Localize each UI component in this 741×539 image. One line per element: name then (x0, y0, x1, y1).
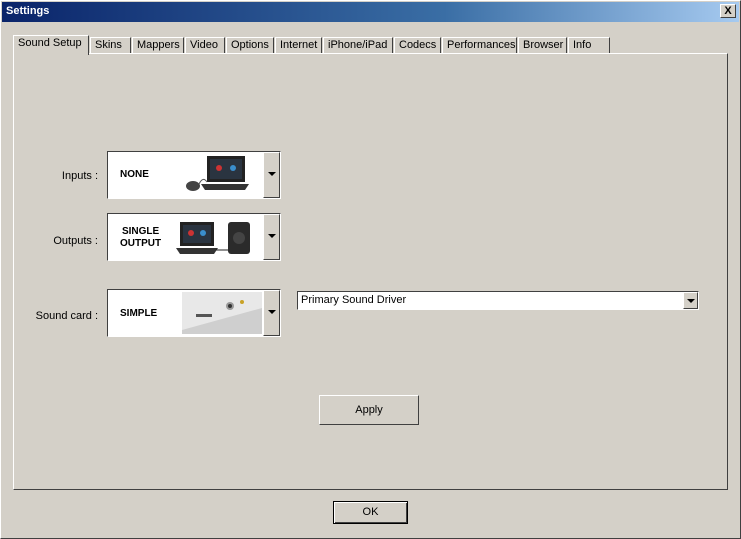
chevron-down-icon[interactable] (683, 292, 698, 309)
tab-browser[interactable]: Browser (518, 37, 567, 54)
window-title: Settings (6, 5, 50, 17)
close-button[interactable]: X (720, 4, 736, 18)
tab-skins[interactable]: Skins (90, 37, 131, 54)
tab-codecs[interactable]: Codecs (394, 37, 441, 54)
settings-window: Settings X Sound Setup Skins Mappers Vid… (0, 0, 741, 539)
tab-performances[interactable]: Performances (442, 37, 517, 54)
tab-options[interactable]: Options (226, 37, 274, 54)
tab-video[interactable]: Video (185, 37, 225, 54)
laptop-speaker-image (176, 222, 250, 254)
tab-sound-setup[interactable]: Sound Setup (13, 35, 89, 55)
soundcard-dropdown-arrow[interactable] (263, 290, 280, 336)
soundcard-selector[interactable]: SIMPLE (107, 289, 281, 337)
outputs-label: Outputs : (53, 235, 98, 247)
inputs-value: NONE (120, 169, 149, 180)
title-bar: Settings X (2, 2, 739, 22)
outputs-value: SINGLE OUTPUT (120, 226, 162, 249)
soundcard-label: Sound card : (35, 310, 98, 322)
soundcard-value: SIMPLE (120, 308, 158, 319)
sound-driver-value: Primary Sound Driver (301, 294, 407, 306)
apply-button[interactable]: Apply (319, 395, 419, 425)
laptop-mouse-image (186, 156, 249, 191)
close-icon: X (724, 5, 732, 17)
outputs-selector[interactable]: SINGLE OUTPUT (107, 213, 281, 261)
tab-mappers[interactable]: Mappers (132, 37, 184, 54)
tab-iphone-ipad[interactable]: iPhone/iPad (323, 37, 393, 54)
tab-info[interactable]: Info (568, 37, 610, 54)
inputs-selector[interactable]: NONE (107, 151, 281, 199)
outputs-dropdown-arrow[interactable] (263, 214, 280, 260)
ok-button[interactable]: OK (333, 501, 408, 524)
inputs-dropdown-arrow[interactable] (263, 152, 280, 198)
tab-internet[interactable]: Internet (275, 37, 322, 54)
inputs-label: Inputs : (61, 170, 98, 182)
soundcard-port-image (182, 292, 262, 334)
sound-driver-select[interactable]: Primary Sound Driver (297, 291, 699, 310)
